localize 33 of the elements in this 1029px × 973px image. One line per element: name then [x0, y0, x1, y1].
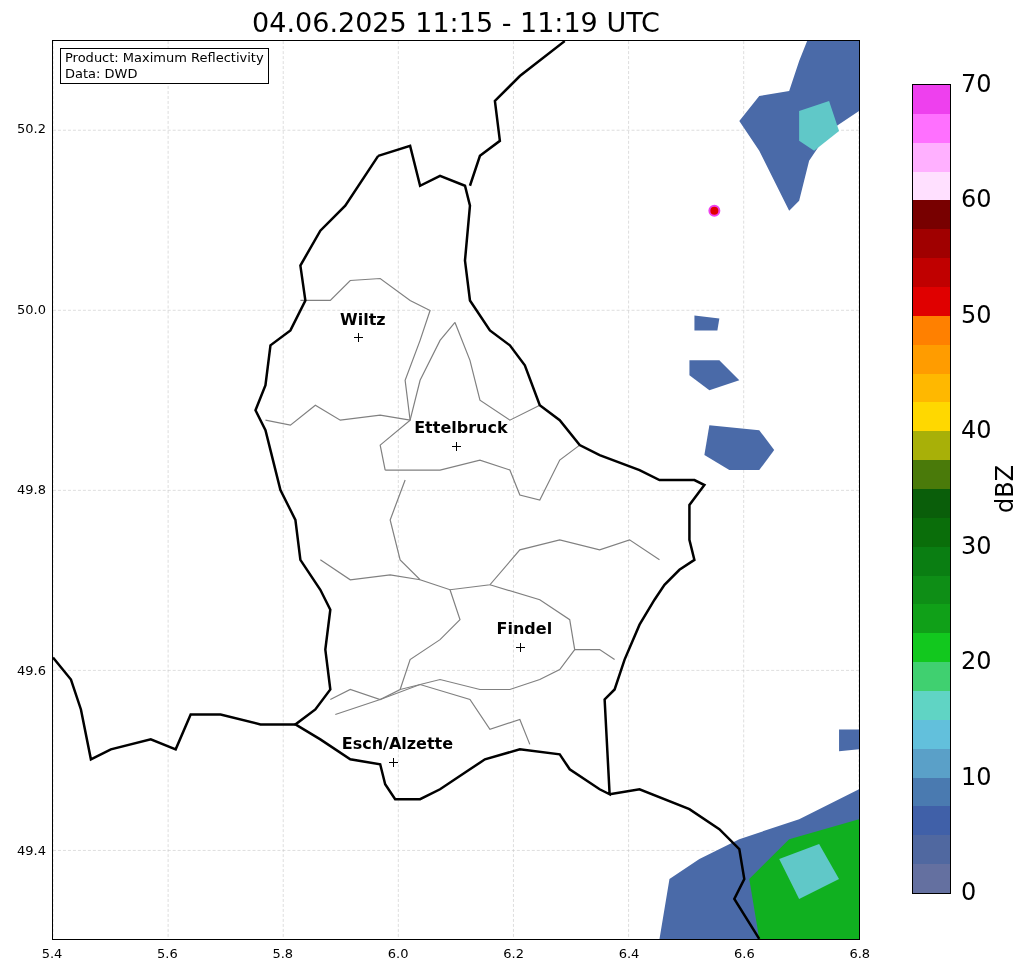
colorbar-tick-label: 60: [961, 186, 992, 213]
axis-tick-label: 49.4: [17, 843, 46, 860]
axis-tick-label: 49.6: [17, 662, 46, 679]
city-label: Esch/Alzette: [341, 735, 454, 754]
city-marker-icon: [388, 757, 398, 767]
axis-tick-label: 50.0: [17, 301, 46, 318]
colorbar-tick-label: 0: [961, 879, 977, 905]
city-marker-icon: [452, 441, 462, 451]
colorbar-tick-label: 50: [961, 301, 992, 328]
axis-tick-label: 6.4: [618, 946, 640, 962]
colorbar-tick-label: 70: [961, 71, 992, 97]
colorbar-tick-label: 40: [961, 417, 992, 444]
info-text: Data: DWD: [65, 66, 139, 82]
colorbar-tick-label: 30: [961, 532, 992, 559]
axis-tick-label: 50.2: [17, 121, 46, 138]
colorbar-tick-label: 20: [961, 648, 992, 675]
info-text: Product: Maximum Reflectivity: [65, 50, 264, 66]
axis-tick-label: 49.8: [17, 482, 46, 499]
city-label: Ettelbruck: [414, 419, 508, 438]
colorbar-tick-label: 10: [961, 763, 992, 790]
axis-tick-label: 6.2: [503, 946, 524, 962]
axis-tick-label: 6.8: [849, 946, 871, 962]
axis-tick-label: 5.4: [41, 946, 63, 962]
city-label: Wiltz: [340, 310, 386, 329]
chart-title: 04.06.2025 11:15 - 11:19 UTC: [252, 6, 660, 40]
axis-tick-label: 6.0: [387, 946, 409, 962]
city-label: Findel: [496, 620, 553, 639]
axis-tick-label: 6.6: [734, 946, 755, 962]
axis-tick-label: 5.6: [157, 946, 178, 962]
axis-tick-label: 5.8: [272, 946, 294, 962]
city-marker-icon: [354, 333, 364, 343]
city-marker-icon: [515, 642, 525, 652]
colorbar-label: dBZ: [992, 464, 1019, 514]
